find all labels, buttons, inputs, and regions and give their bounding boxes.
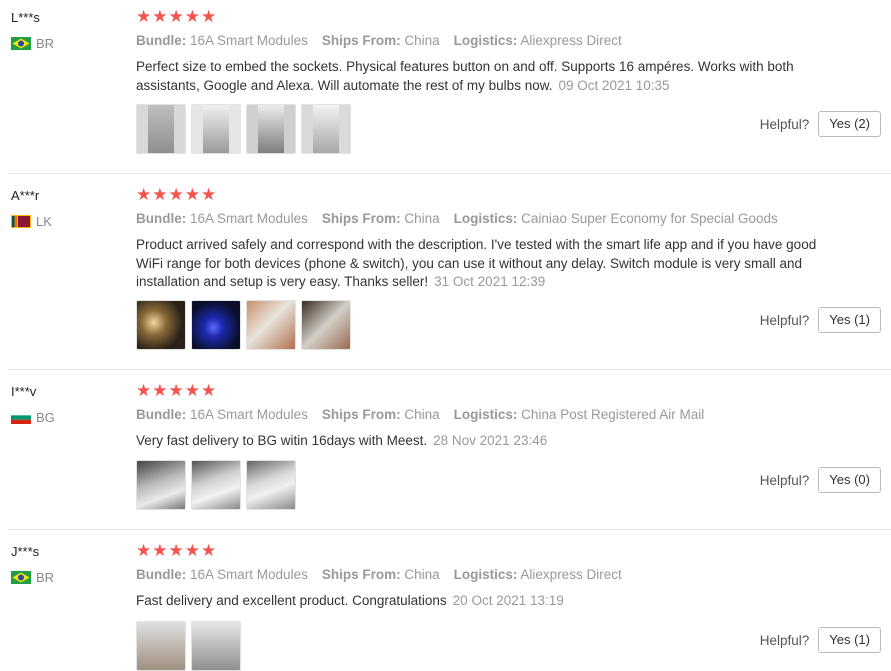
logistics-label: Logistics: [453, 407, 518, 422]
photo-strip [136, 621, 241, 671]
country-code: BR [36, 570, 55, 585]
helpful-label: Helpful? [759, 312, 810, 328]
bundle-label: Bundle: [136, 211, 187, 226]
review-photo[interactable] [136, 300, 186, 350]
photo-strip [136, 300, 351, 350]
review-photo[interactable] [136, 104, 186, 154]
logistics-value: China Post Registered Air Mail [521, 407, 705, 422]
review-photo[interactable] [136, 460, 186, 510]
bundle-value: 16A Smart Modules [190, 211, 308, 226]
star-rating: ★★★★★ [136, 541, 218, 560]
review-body: Very fast delivery to BG witin 16days wi… [136, 433, 428, 448]
helpful-vote: Helpful? Yes (1) [760, 307, 881, 333]
country-code: LK [36, 214, 52, 229]
review-photo[interactable] [191, 300, 241, 350]
review-text: Very fast delivery to BG witin 16days wi… [136, 432, 836, 451]
brazil-flag-icon [11, 571, 31, 584]
reviewer-name: A***r [11, 188, 40, 203]
review-text: Fast delivery and excellent product. Con… [136, 592, 836, 611]
photo-strip [136, 104, 351, 154]
review-photo[interactable] [136, 621, 186, 671]
ships-from-label: Ships From: [321, 211, 401, 226]
reviewer-country: BR [11, 570, 54, 585]
review-date: 28 Nov 2021 23:46 [433, 433, 548, 448]
helpful-label: Helpful? [759, 116, 810, 132]
logistics-value: Aliexpress Direct [520, 567, 622, 582]
ships-from-value: China [404, 33, 440, 48]
ships-from-value: China [404, 567, 440, 582]
bulgaria-flag-icon [11, 411, 31, 424]
review-text: Perfect size to embed the sockets. Physi… [136, 58, 836, 95]
helpful-vote: Helpful? Yes (2) [760, 111, 881, 137]
review-text: Product arrived safely and correspond wi… [136, 236, 836, 292]
photo-strip [136, 460, 296, 510]
logistics-value: Cainiao Super Economy for Special Goods [521, 211, 778, 226]
review-meta: Bundle: 16A Smart Modules Ships From: Chi… [136, 211, 778, 226]
review-photo[interactable] [246, 104, 296, 154]
bundle-label: Bundle: [136, 33, 187, 48]
review-divider [8, 529, 891, 530]
bundle-value: 16A Smart Modules [190, 567, 308, 582]
review-meta: Bundle: 16A Smart Modules Ships From: Chi… [136, 407, 704, 422]
reviewer-name: L***s [11, 10, 40, 25]
helpful-label: Helpful? [759, 472, 810, 488]
review-body: Fast delivery and excellent product. Con… [136, 593, 447, 608]
logistics-label: Logistics: [453, 33, 518, 48]
helpful-yes-button[interactable]: Yes (0) [818, 467, 881, 493]
review-meta: Bundle: 16A Smart Modules Ships From: Chi… [136, 33, 622, 48]
ships-from-value: China [404, 407, 440, 422]
review-meta: Bundle: 16A Smart Modules Ships From: Chi… [136, 567, 622, 582]
brazil-flag-icon [11, 37, 31, 50]
review-photo[interactable] [191, 460, 241, 510]
reviewer-name: I***v [11, 384, 37, 399]
review-photo[interactable] [301, 300, 351, 350]
ships-from-label: Ships From: [321, 567, 401, 582]
ships-from-label: Ships From: [321, 33, 401, 48]
review-photo[interactable] [191, 104, 241, 154]
review-photo[interactable] [301, 104, 351, 154]
helpful-yes-button[interactable]: Yes (2) [818, 111, 881, 137]
ships-from-value: China [404, 211, 440, 226]
country-code: BR [36, 36, 55, 51]
star-rating: ★★★★★ [136, 185, 218, 204]
review-body: Perfect size to embed the sockets. Physi… [136, 59, 794, 93]
reviewer-country: BG [11, 410, 55, 425]
reviewer-country: LK [11, 214, 52, 229]
review-date: 20 Oct 2021 13:19 [452, 593, 564, 608]
review-photo[interactable] [246, 300, 296, 350]
bundle-label: Bundle: [136, 567, 187, 582]
review-photo[interactable] [246, 460, 296, 510]
bundle-value: 16A Smart Modules [190, 33, 308, 48]
logistics-value: Aliexpress Direct [520, 33, 622, 48]
logistics-label: Logistics: [453, 567, 518, 582]
star-rating: ★★★★★ [136, 7, 218, 26]
ships-from-label: Ships From: [321, 407, 401, 422]
reviewer-name: J***s [11, 544, 40, 559]
logistics-label: Logistics: [453, 211, 518, 226]
review-divider [8, 369, 891, 370]
review-date: 09 Oct 2021 10:35 [558, 77, 670, 93]
star-rating: ★★★★★ [136, 381, 218, 400]
review-date: 31 Oct 2021 12:39 [434, 274, 546, 289]
helpful-yes-button[interactable]: Yes (1) [818, 627, 881, 653]
review-photo[interactable] [191, 621, 241, 671]
bundle-value: 16A Smart Modules [190, 407, 308, 422]
helpful-vote: Helpful? Yes (1) [760, 627, 881, 653]
country-code: BG [36, 410, 55, 425]
helpful-yes-button[interactable]: Yes (1) [818, 307, 881, 333]
helpful-vote: Helpful? Yes (0) [760, 467, 881, 493]
reviewer-country: BR [11, 36, 54, 51]
sri-lanka-flag-icon [11, 215, 31, 228]
helpful-label: Helpful? [759, 632, 810, 648]
review-divider [8, 173, 891, 174]
bundle-label: Bundle: [136, 407, 187, 422]
